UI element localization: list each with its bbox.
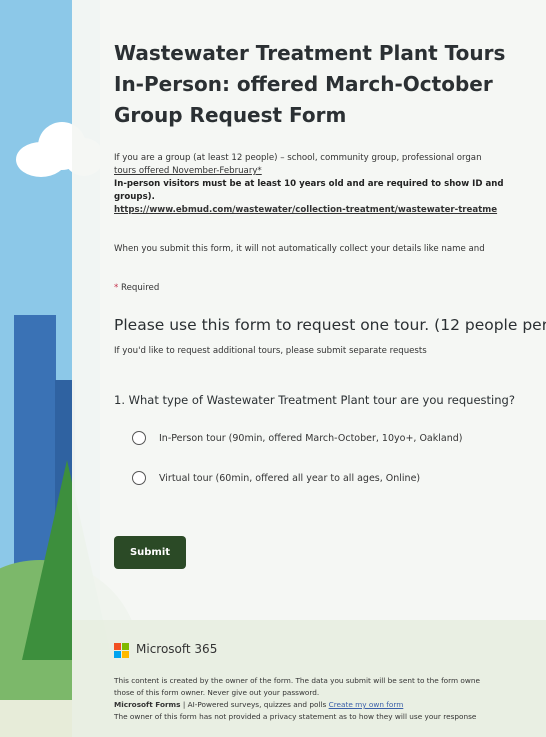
form-card: Wastewater Treatment Plant Tours In-Pers… bbox=[72, 0, 546, 737]
logo-square-yellow bbox=[122, 651, 129, 658]
form-title-line: Group Request Form bbox=[114, 103, 347, 127]
required-note: * Required bbox=[114, 283, 159, 293]
section-title: Please use this form to request one tour… bbox=[114, 316, 546, 334]
intro-text: If you are a group (at least 12 people) … bbox=[114, 153, 482, 163]
question-title: 1. What type of Wastewater Treatment Pla… bbox=[114, 393, 515, 407]
radio-button[interactable] bbox=[132, 431, 146, 445]
footer-disclaimer-2: those of this form owner. Never give out… bbox=[114, 688, 320, 697]
option-label: Virtual tour (60min, offered all year to… bbox=[159, 472, 421, 484]
forms-brand: Microsoft Forms bbox=[114, 700, 181, 709]
form-title: Wastewater Treatment Plant Tours In-Pers… bbox=[114, 38, 546, 131]
privacy-notice: When you submit this form, it will not a… bbox=[114, 244, 485, 254]
microsoft-logo-icon bbox=[114, 643, 129, 658]
ebmud-link[interactable]: https://www.ebmud.com/wastewater/collect… bbox=[114, 205, 497, 215]
footer-forms-line: Microsoft Forms | AI-Powered surveys, qu… bbox=[114, 700, 403, 709]
option-in-person[interactable]: In-Person tour (90min, offered March-Oct… bbox=[132, 428, 462, 448]
option-virtual[interactable]: Virtual tour (60min, offered all year to… bbox=[132, 468, 420, 488]
required-label: Required bbox=[118, 283, 160, 293]
intro-bold-text: In-person visitors must be at least 10 y… bbox=[114, 179, 504, 189]
question-number: 1. bbox=[114, 393, 125, 407]
footer-privacy-note: The owner of this form has not provided … bbox=[114, 712, 477, 721]
footer: Microsoft 365 This content is created by… bbox=[72, 620, 546, 737]
submit-button[interactable]: Submit bbox=[114, 536, 186, 569]
forms-tagline: | AI-Powered surveys, quizzes and polls bbox=[180, 700, 329, 709]
form-title-line: In-Person: offered March-October bbox=[114, 72, 493, 96]
question-text: What type of Wastewater Treatment Plant … bbox=[128, 393, 515, 407]
intro-bold-text-2: groups). bbox=[114, 192, 155, 202]
section-subtitle: If you'd like to request additional tour… bbox=[114, 346, 427, 356]
logo-square-red bbox=[114, 643, 121, 650]
intro-link-line: tours offered November-February* bbox=[114, 166, 262, 176]
form-title-line: Wastewater Treatment Plant Tours bbox=[114, 41, 506, 65]
logo-square-blue bbox=[114, 651, 121, 658]
option-label: In-Person tour (90min, offered March-Oct… bbox=[159, 432, 463, 444]
create-form-link[interactable]: Create my own form bbox=[329, 700, 404, 709]
radio-button[interactable] bbox=[132, 471, 146, 485]
logo-square-green bbox=[122, 643, 129, 650]
footer-disclaimer: This content is created by the owner of … bbox=[114, 676, 480, 685]
microsoft-365-brand: Microsoft 365 bbox=[136, 642, 218, 656]
intro-url-line: https://www.ebmud.com/wastewater/collect… bbox=[114, 205, 497, 215]
tours-link[interactable]: tours offered November-February* bbox=[114, 166, 262, 176]
